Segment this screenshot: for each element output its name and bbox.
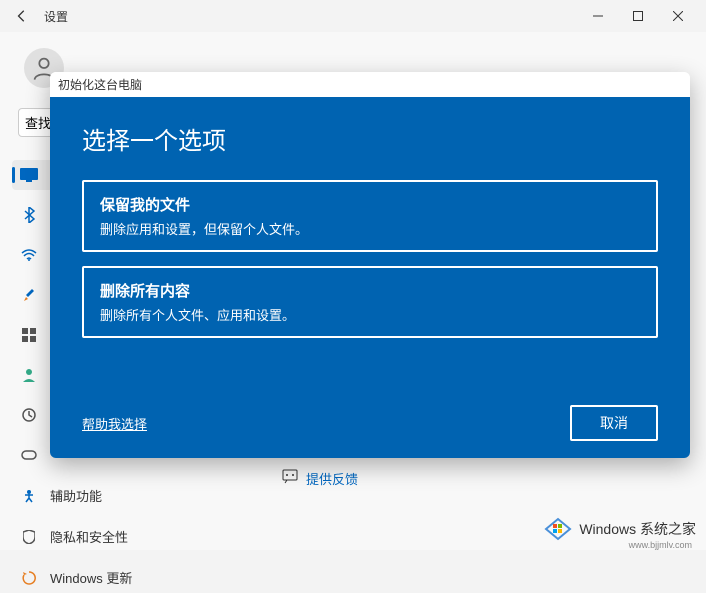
app-title: 设置 — [44, 8, 68, 25]
dialog-title: 选择一个选项 — [82, 121, 658, 156]
back-button[interactable] — [8, 2, 36, 30]
help-me-choose-link[interactable]: 帮助我选择 — [82, 414, 147, 433]
person-icon — [20, 366, 38, 384]
nav-update[interactable]: Windows 更新 — [12, 562, 232, 593]
shield-icon — [20, 528, 38, 546]
feedback-link[interactable]: 提供反馈 — [282, 469, 358, 488]
dialog-header: 初始化这台电脑 — [50, 72, 690, 97]
bluetooth-icon — [20, 206, 38, 224]
option-desc: 删除应用和设置，但保留个人文件。 — [100, 219, 640, 238]
nav-label: Windows 更新 — [50, 568, 132, 587]
option-title: 保留我的文件 — [100, 194, 640, 215]
gamepad-icon — [20, 446, 38, 464]
clock-icon — [20, 406, 38, 424]
option-desc: 删除所有个人文件、应用和设置。 — [100, 305, 640, 324]
option-title: 删除所有内容 — [100, 280, 640, 301]
wifi-icon — [20, 246, 38, 264]
watermark-url: www.bjjmlv.com — [629, 540, 692, 550]
titlebar: 设置 — [0, 0, 706, 32]
nav-privacy[interactable]: 隐私和安全性 — [12, 521, 232, 552]
update-icon — [20, 569, 38, 587]
close-button[interactable] — [658, 2, 698, 30]
windows-logo-icon — [543, 514, 573, 544]
nav-label: 隐私和安全性 — [50, 527, 128, 546]
settings-window: 设置 查找设 系统 › 恢复 — [0, 0, 706, 550]
system-icon — [20, 166, 38, 184]
brush-icon — [20, 286, 38, 304]
accessibility-icon — [20, 487, 38, 505]
option-keep-files[interactable]: 保留我的文件 删除应用和设置，但保留个人文件。 — [82, 180, 658, 252]
reset-pc-dialog: 初始化这台电脑 选择一个选项 保留我的文件 删除应用和设置，但保留个人文件。 删… — [50, 72, 690, 458]
option-remove-everything[interactable]: 删除所有内容 删除所有个人文件、应用和设置。 — [82, 266, 658, 338]
nav-label: 辅助功能 — [50, 486, 102, 505]
cancel-button[interactable]: 取消 — [570, 405, 658, 441]
minimize-button[interactable] — [578, 2, 618, 30]
maximize-button[interactable] — [618, 2, 658, 30]
feedback-icon — [282, 469, 298, 488]
nav-accessibility[interactable]: 辅助功能 — [12, 480, 232, 511]
apps-icon — [20, 326, 38, 344]
